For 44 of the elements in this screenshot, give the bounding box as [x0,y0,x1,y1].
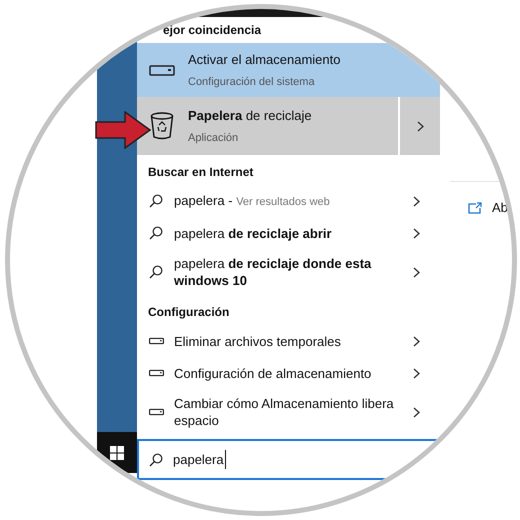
suggestion-text: Cambiar cómo Almacenamiento libera espacio [174,396,394,428]
settings-result[interactable]: Cambiar cómo Almacenamiento libera espacio [137,389,440,435]
suggestion-text: papelera de reciclaje abrir [174,226,332,240]
chevron-right-icon [413,228,420,238]
settings-result[interactable]: Configuración de almacenamiento [137,357,440,389]
suggestion-text: Configuración de almacenamiento [174,366,372,380]
chevron-right-icon [413,196,420,206]
drive-icon [149,64,175,76]
search-icon [149,194,163,208]
drive-icon [148,369,164,377]
web-search-suggestion[interactable]: papelera - Ver resultados web [137,185,440,217]
search-icon [149,226,163,240]
open-window-icon [468,202,482,214]
chevron-right-icon [413,406,420,418]
drive-icon [148,408,164,416]
windows-logo-icon[interactable] [110,446,124,460]
result-title: Papelera de reciclaje [188,107,312,125]
search-input-text: papelera [173,450,226,470]
suggestion-text: papelera [174,192,225,208]
chevron-right-icon [413,336,420,346]
best-match-result[interactable]: Activar el almacenamiento Configuración del sistema [137,43,440,97]
result-subtitle: Configuración del sistema [188,74,316,90]
web-search-suggestion[interactable]: papelera de reciclaje abrir [137,217,440,249]
result-subtitle: Aplicación [188,130,240,146]
section-heading: Buscar en Internet [148,164,254,181]
pointer-arrow-icon [95,111,151,149]
recycle-bin-icon [150,112,174,140]
section-heading: Configuración [148,304,230,321]
section-heading: ejor coincidencia [163,22,262,39]
chevron-right-icon [416,120,424,132]
suggestion-text: Eliminar archivos temporales [174,334,341,348]
chevron-right-icon [413,368,420,378]
drive-icon [148,337,164,345]
best-match-result[interactable]: Papelera de reciclaje Aplicación [137,97,440,155]
side-panel-text: Ab [492,199,508,217]
settings-result[interactable]: Eliminar archivos temporales [137,325,440,357]
chevron-right-icon [413,266,420,278]
web-search-suggestion[interactable]: papelera de reciclaje donde esta windows 10 [137,249,440,295]
suggestion-hint: Ver resultados web [236,196,330,208]
suggestion-text: papelera de reciclaje donde esta windows 10 [174,256,372,288]
search-icon [149,265,163,279]
result-title: Activar el almacenamiento [188,51,340,69]
search-icon [149,452,163,466]
separator-dash: - [227,192,234,208]
